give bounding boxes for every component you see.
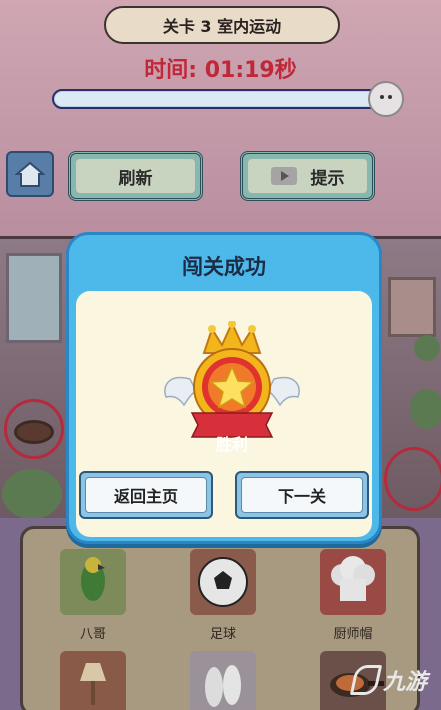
item-panel: 八哥 足球 厨师帽 九游 <box>0 518 441 710</box>
item-card[interactable] <box>177 651 269 710</box>
hint-label: 提示 <box>310 168 345 189</box>
scene-window <box>6 253 62 343</box>
item-label: 厨师帽 <box>333 627 373 642</box>
return-home-label: 返回主页 <box>113 487 178 506</box>
home-button[interactable] <box>6 151 54 197</box>
item-label: 八哥 <box>79 627 106 642</box>
watermark-logo-icon <box>349 665 383 695</box>
badge-text: 胜利 <box>215 435 248 454</box>
item-label: 足球 <box>209 627 236 642</box>
item-card[interactable]: 厨师帽 <box>307 549 399 642</box>
item-card[interactable] <box>47 651 139 710</box>
soccer-ball-icon <box>190 549 256 615</box>
return-home-button[interactable]: 返回主页 <box>79 471 213 519</box>
video-play-icon <box>270 167 297 185</box>
home-icon <box>15 161 45 187</box>
time-progress-bar <box>52 81 404 117</box>
found-circle-marker <box>384 447 441 511</box>
mascot-knob-icon <box>368 81 404 117</box>
level-title-text: 关卡 3 室内运动 <box>162 17 282 36</box>
victory-badge-icon <box>164 321 300 438</box>
dialog-title: 闯关成功 <box>182 255 266 279</box>
timer-text: 时间: 01:19秒 <box>144 58 297 83</box>
refresh-label: 刷新 <box>118 168 153 189</box>
scene-tennis-poster <box>388 277 436 337</box>
hud-area: 关卡 3 室内运动 时间: 01:19秒 刷新 提示 <box>0 0 441 236</box>
success-dialog: 闯关成功 胜利 返回主页 下一关 <box>66 232 382 544</box>
scene-plant <box>2 469 62 519</box>
next-level-button[interactable]: 下一关 <box>235 471 369 519</box>
hint-button[interactable]: 提示 <box>240 151 375 201</box>
watermark: 九游 <box>349 664 427 696</box>
refresh-button[interactable]: 刷新 <box>68 151 203 201</box>
lamp-icon <box>60 651 126 710</box>
item-card[interactable]: 足球 <box>177 549 269 642</box>
next-level-label: 下一关 <box>277 487 326 506</box>
time-progress-fill <box>55 92 375 106</box>
chef-hat-icon <box>320 549 386 615</box>
watermark-text: 九游 <box>382 670 427 695</box>
item-card[interactable]: 八哥 <box>47 549 139 642</box>
parrot-icon <box>60 549 126 615</box>
scene-plant <box>410 389 441 429</box>
slippers-icon <box>190 651 256 710</box>
scene-plant <box>414 335 440 361</box>
level-title: 关卡 3 室内运动 <box>104 6 340 44</box>
scene-frying-pan <box>14 420 54 444</box>
